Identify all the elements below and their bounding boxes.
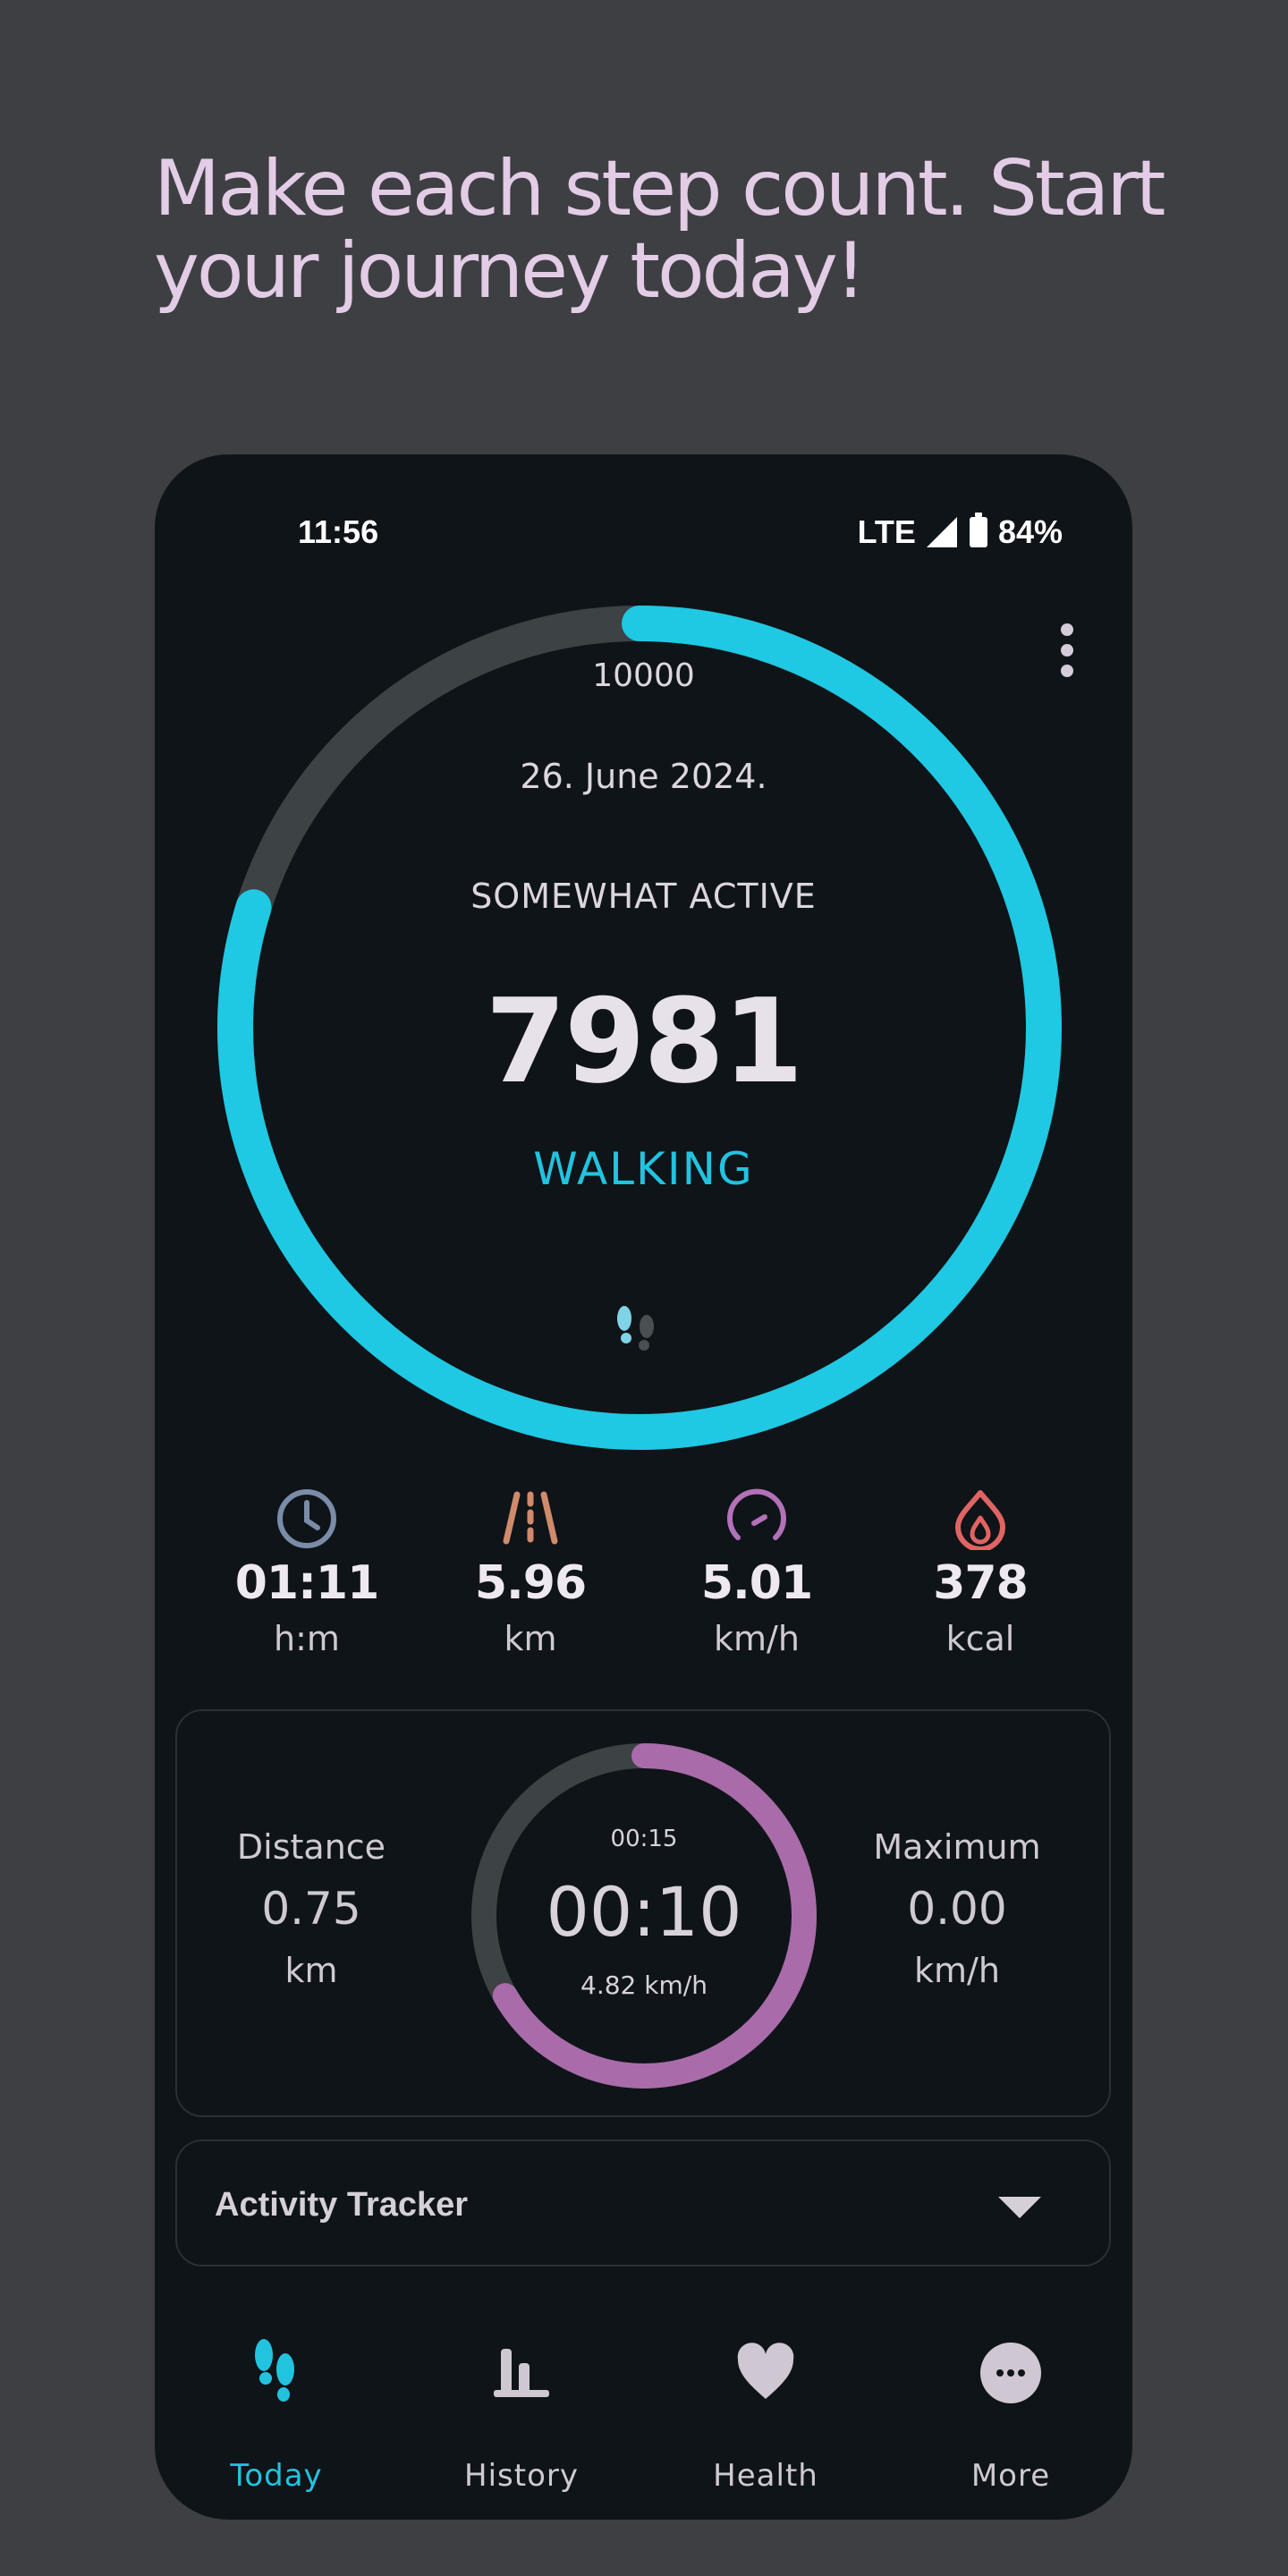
maximum-label: Maximum [873,1827,1041,1867]
activity-tracker-title: Activity Tracker [215,2186,469,2224]
stat-unit: km [504,1619,557,1658]
nav-label: Today [230,2458,323,2494]
nav-health[interactable]: Health [676,2333,855,2494]
step-count: 7981 [485,973,804,1109]
stat-unit: h:m [274,1619,340,1658]
flame-icon [869,1483,1092,1555]
road-icon [419,1483,642,1555]
maximum-unit: km/h [914,1951,1000,1990]
maximum-value: 0.00 [907,1883,1007,1935]
activity-level: SOMEWHAT ACTIVE [470,877,817,916]
stat-calories: 378 kcal [869,1483,1092,1658]
date-label: 26. June 2024. [520,757,767,796]
stat-unit: km/h [714,1619,800,1658]
nav-more[interactable]: More [921,2333,1100,2494]
bar-chart-icon [432,2333,611,2413]
nav-label: Health [713,2458,818,2494]
headline: Make each step count. Start your journey… [154,144,1165,316]
nav-today[interactable]: Today [187,2333,366,2494]
stat-unit: kcal [945,1619,1015,1658]
nav-history[interactable]: History [432,2333,611,2494]
phone-screen: 11:56 LTE 84% 10000 26. June 2024. SOMEW… [155,454,1132,2520]
timer-elapsed: 00:10 [546,1872,742,1952]
stat-distance: 5.96 km [419,1483,642,1658]
stat-speed: 5.01 km/h [645,1483,869,1658]
stat-value: 5.96 [474,1556,587,1610]
footsteps-indicator-icon [617,1306,654,1351]
dropdown-arrow-icon[interactable] [998,2197,1041,2218]
clock-icon [195,1483,419,1555]
stat-value: 01:11 [234,1556,380,1610]
heart-icon [676,2333,855,2413]
timer-target: 00:15 [610,1826,678,1852]
nav-label: History [464,2458,579,2494]
more-circle-icon [921,2333,1100,2413]
stat-duration: 01:11 h:m [195,1483,419,1658]
nav-label: More [970,2458,1051,2494]
activity-tracker-dropdown[interactable]: Activity Tracker [175,2140,1111,2267]
stat-value: 378 [933,1556,1029,1610]
step-goal: 10000 [592,657,695,694]
stat-value: 5.01 [700,1556,813,1610]
bottom-navigation: Today History Health More [155,2333,1132,2512]
maximum-block: Maximum 0.00 km/h [850,1827,1064,1990]
speedometer-icon [645,1483,869,1555]
timer-speed: 4.82 km/h [580,1970,708,2000]
timer-card: Distance 0.75 km 00:15 00:10 4.82 km/h M… [175,1709,1111,2117]
footsteps-icon [187,2333,366,2413]
activity-type: WALKING [533,1143,754,1195]
